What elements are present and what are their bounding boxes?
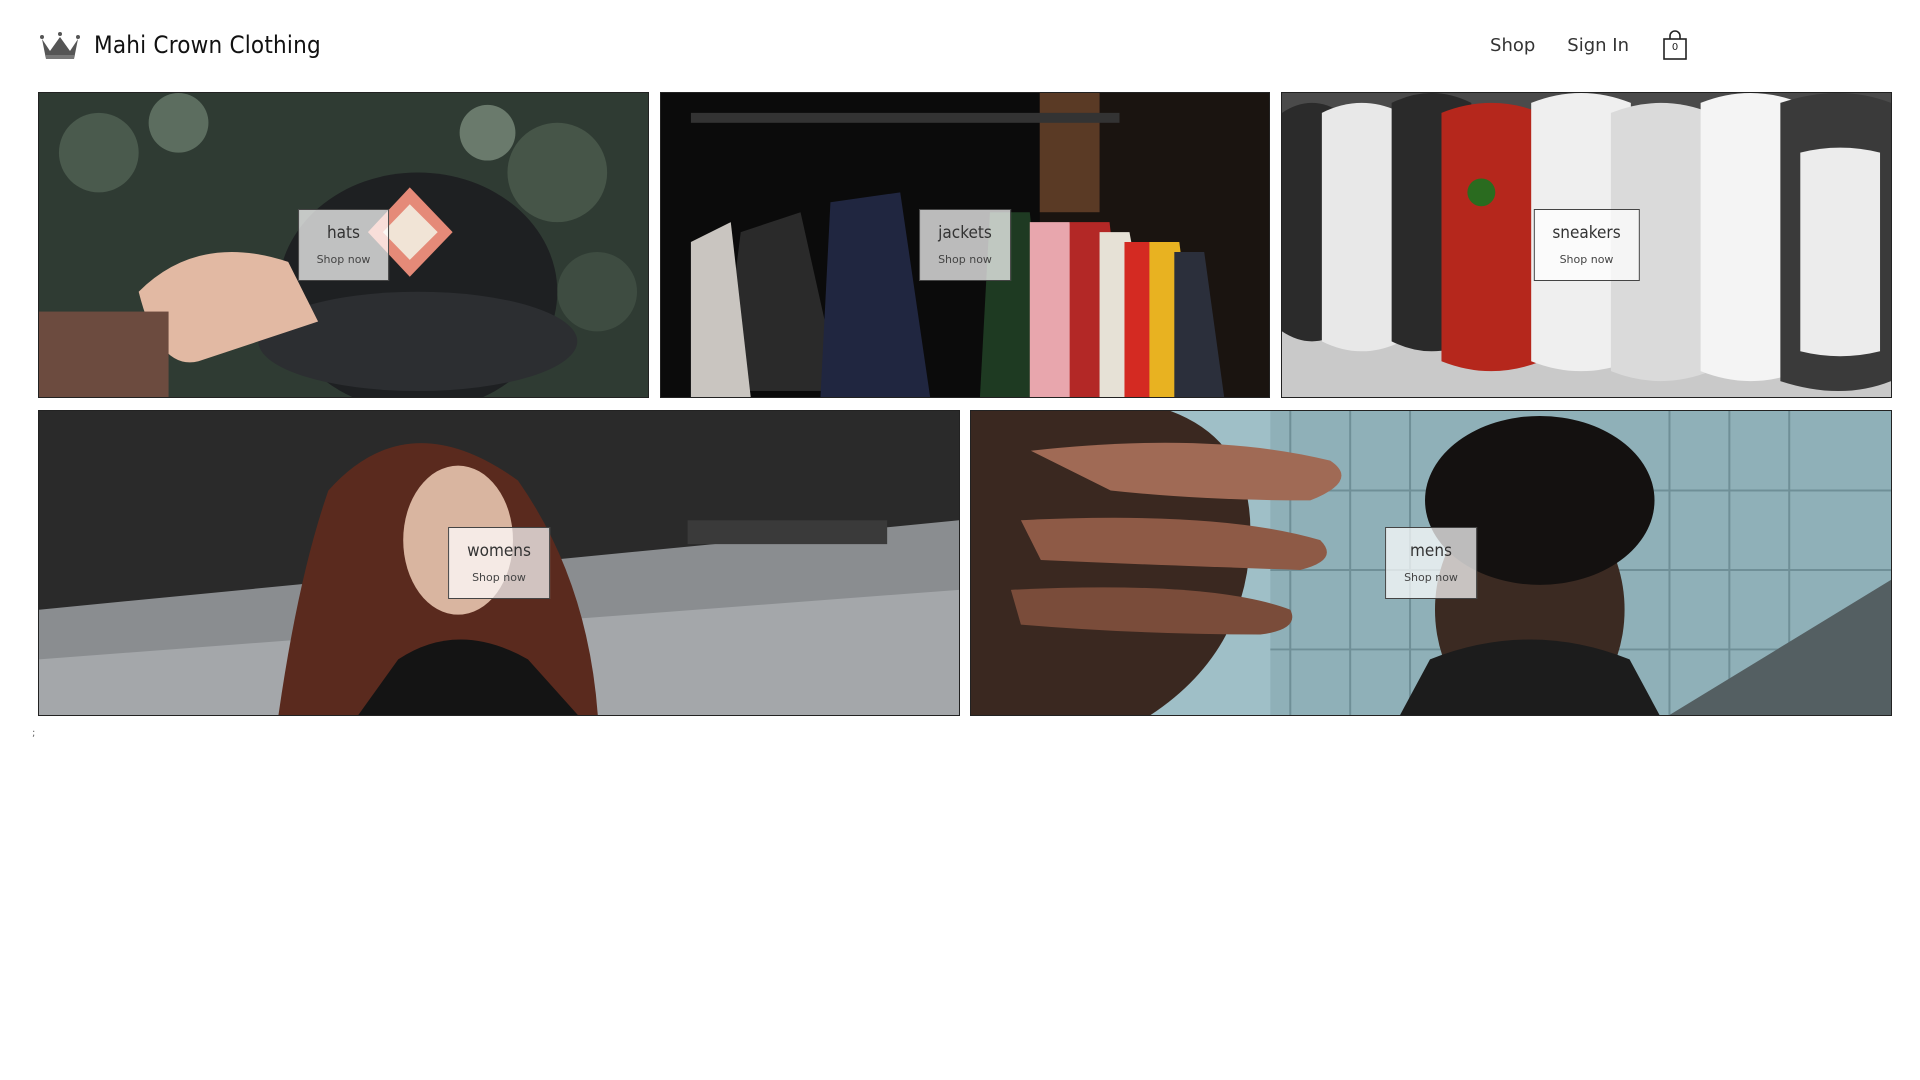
nav-shop-link[interactable]: Shop: [1490, 35, 1535, 56]
shop-now-label[interactable]: Shop now: [1560, 253, 1614, 267]
home-logo-link[interactable]: Mahi Crown Clothing: [38, 24, 321, 66]
shop-now-label[interactable]: Shop now: [938, 253, 992, 267]
category-title: mens: [1410, 541, 1452, 561]
cart-button[interactable]: 0: [1661, 30, 1689, 60]
crown-icon: [38, 29, 82, 61]
category-tile-mens[interactable]: mens Shop now: [970, 410, 1892, 716]
nav-sign-in-link[interactable]: Sign In: [1567, 35, 1629, 56]
shop-now-label[interactable]: Shop now: [1404, 571, 1458, 585]
category-title: jackets: [938, 223, 992, 243]
category-title: womens: [467, 541, 531, 561]
stray-text-mark: ;: [32, 728, 36, 739]
shop-now-label[interactable]: Shop now: [317, 253, 371, 267]
brand-name: Mahi Crown Clothing: [94, 31, 321, 59]
cart-count: 0: [1671, 42, 1679, 53]
main-nav: Shop Sign In 0: [1490, 30, 1882, 60]
category-label-box: mens Shop now: [1385, 527, 1477, 599]
category-tile-jackets[interactable]: jackets Shop now: [660, 92, 1270, 398]
site-header: Mahi Crown Clothing Shop Sign In 0: [38, 24, 1882, 86]
category-label-box: womens Shop now: [448, 527, 550, 599]
category-title: sneakers: [1552, 223, 1621, 243]
category-label-box: sneakers Shop now: [1533, 209, 1640, 281]
category-label-box: jackets Shop now: [919, 209, 1011, 281]
category-tile-sneakers[interactable]: sneakers Shop now: [1281, 92, 1892, 398]
category-label-box: hats Shop now: [297, 209, 390, 281]
category-tile-hats[interactable]: hats Shop now: [38, 92, 649, 398]
category-title: hats: [326, 223, 361, 243]
shop-now-label[interactable]: Shop now: [472, 571, 526, 585]
category-tile-womens[interactable]: womens Shop now: [38, 410, 960, 716]
